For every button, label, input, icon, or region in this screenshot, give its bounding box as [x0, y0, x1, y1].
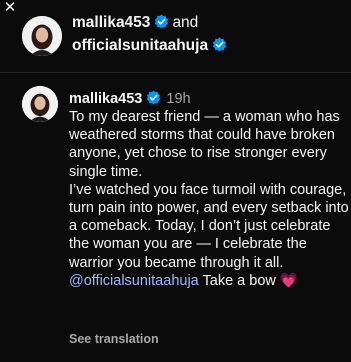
caption-paragraph-3: @officialsunitaahuja Take a bow 💗 — [69, 272, 351, 290]
caption-paragraph-1: To my dearest friend — a woman who has w… — [69, 109, 340, 180]
collab-title-line1: mallika453 and — [72, 13, 198, 33]
verified-badge-icon — [147, 90, 161, 105]
avatar-image — [22, 86, 58, 122]
caption-username[interactable]: mallika453 — [69, 91, 142, 107]
caption-paragraph-2: I’ve watched you face turmoil with coura… — [69, 181, 349, 271]
caption-text: To my dearest friend — a woman who has w… — [69, 108, 351, 290]
header-username-1[interactable]: mallika453 — [72, 14, 150, 31]
avatar-image — [22, 16, 62, 56]
mention-link[interactable]: @officialsunitaahuja — [69, 273, 199, 289]
verified-badge-icon — [212, 37, 227, 52]
collab-title-line2: officialsunitaahuja — [72, 36, 227, 56]
caption-comment: mallika453 19h To my dearest friend — a … — [21, 84, 351, 362]
see-translation-button[interactable]: See translation — [69, 331, 159, 347]
post-header: mallika453 and officialsunitaahuja — [21, 10, 351, 72]
close-icon[interactable]: ✕ — [0, 0, 20, 20]
avatar[interactable] — [22, 86, 58, 122]
caption-header: mallika453 19h — [69, 90, 191, 108]
heart-emoji: 💗 — [279, 272, 298, 289]
caption-suffix: Take a bow — [202, 272, 276, 289]
header-username-2[interactable]: officialsunitaahuja — [72, 37, 208, 54]
divider — [0, 72, 351, 73]
avatar[interactable] — [22, 16, 62, 56]
header-connector: and — [172, 14, 199, 31]
post-timestamp: 19h — [166, 91, 191, 107]
verified-badge-icon — [155, 14, 169, 29]
